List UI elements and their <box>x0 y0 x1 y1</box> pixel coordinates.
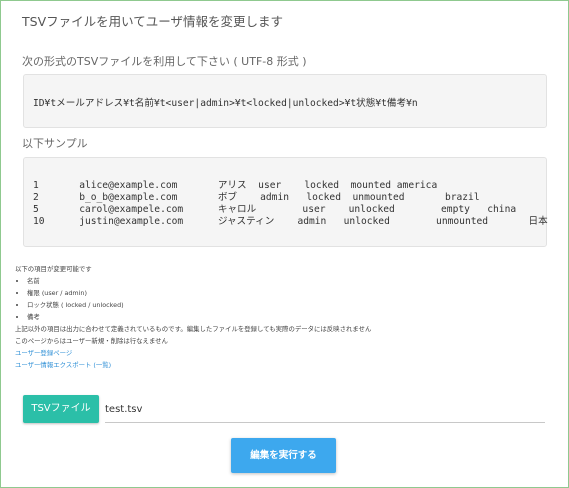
format-code-box: ID¥tメールアドレス¥t名前¥t<user|admin>¥t<locked|u… <box>23 74 547 128</box>
page-title: TSVファイルを用いてユーザ情報を変更します <box>22 14 283 29</box>
notes-intro: 以下の項目が変更可能です <box>15 265 92 273</box>
editable-fields-list: 名前 権限 (user / admin) ロック状態 ( locked / un… <box>15 275 371 323</box>
file-name-field[interactable]: test.tsv <box>105 397 545 423</box>
list-item: 権限 (user / admin) <box>27 287 371 299</box>
user-registration-link[interactable]: ユーザー登録ページ <box>15 347 371 359</box>
sample-row: 10 justin@example.com ジャスティン admin unloc… <box>33 216 548 227</box>
sample-row: 2 b_o_b@example.com ボブ admin locked unmo… <box>33 192 480 203</box>
format-label: 次の形式のTSVファイルを利用して下さい ( UTF-8 形式 ) <box>22 55 307 68</box>
list-item: 備考 <box>27 311 371 323</box>
notes-line: このページからはユーザー新規・削除は行なえません <box>15 337 168 345</box>
format-line: ID¥tメールアドレス¥t名前¥t<user|admin>¥t<locked|u… <box>33 98 418 109</box>
submit-edit-button[interactable]: 編集を実行する <box>231 438 336 473</box>
sample-label: 以下サンプル <box>22 137 88 150</box>
notes-section: 以下の項目が変更可能です 名前 権限 (user / admin) ロック状態 … <box>15 263 371 371</box>
sample-row: 5 carol@exampele.com キャロル user unlocked … <box>33 204 517 215</box>
list-item: 名前 <box>27 275 371 287</box>
sample-row: 1 alice@example.com アリス user locked moun… <box>33 180 438 191</box>
page-frame: TSVファイルを用いてユーザ情報を変更します 次の形式のTSVファイルを利用して… <box>0 0 569 488</box>
user-export-link[interactable]: ユーザー情報エクスポート (一覧) <box>15 359 371 371</box>
list-item: ロック状態 ( locked / unlocked) <box>27 299 371 311</box>
tsv-file-button[interactable]: TSVファイル <box>23 395 99 423</box>
notes-line: 上記以外の項目は出力に合わせて定義されているものです。編集したファイルを登録して… <box>15 325 372 333</box>
sample-code-box: 1 alice@example.com アリス user locked moun… <box>23 157 548 247</box>
